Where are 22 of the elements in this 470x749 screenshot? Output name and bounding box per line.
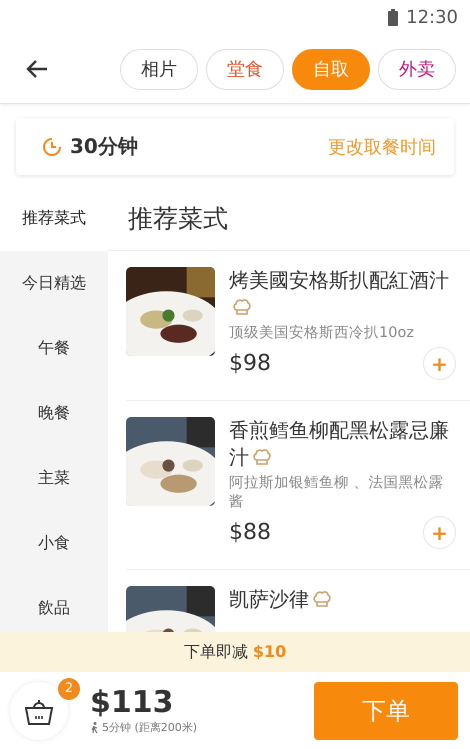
status-time: 12:30: [406, 7, 458, 28]
dish-description: 阿拉斯加银鳕鱼柳 、法国黑松露酱: [229, 474, 445, 512]
dish-name: 凯萨沙律: [229, 587, 332, 611]
promo-text: 下单即减 $10: [184, 642, 286, 662]
dish-name: 烤美國安格斯扒配紅酒汁: [229, 268, 449, 319]
battery-icon: [388, 9, 398, 26]
tab[interactable]: 外卖: [378, 48, 456, 90]
walking-person-icon: [90, 722, 98, 734]
pickup-duration: 30分钟: [70, 133, 138, 160]
tab[interactable]: 堂食: [206, 48, 284, 90]
cart-count-badge: 2: [58, 678, 80, 700]
category-item[interactable]: 推荐菜式: [0, 186, 108, 251]
eta-text: 5分钟 (距离200米): [102, 720, 198, 735]
dish-price: $88: [229, 520, 271, 545]
clock-icon: [42, 136, 62, 156]
tab[interactable]: 相片: [120, 48, 198, 90]
back-arrow-icon[interactable]: [25, 59, 49, 79]
dish-description: 顶级美国安格斯西冷扒10oz: [229, 324, 415, 343]
dish-price: $98: [229, 351, 271, 376]
cart-total: $113: [90, 686, 174, 720]
section-title: 推荐菜式: [108, 186, 470, 251]
dish-name: 香煎鳕鱼柳配黑松露忌廉汁: [229, 418, 449, 469]
